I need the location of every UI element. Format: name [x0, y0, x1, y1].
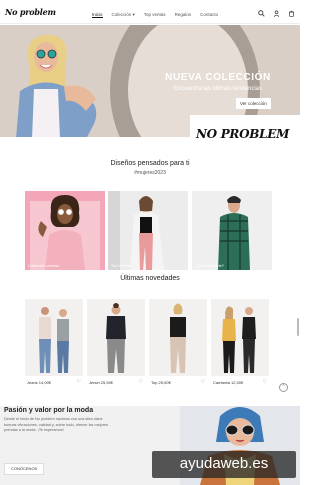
- product-tshirt-image[interactable]: [211, 299, 269, 376]
- product-price[interactable]: Top 25,50€: [151, 380, 171, 385]
- product-sweater-info: Jersei 25,50€ ♡: [87, 379, 145, 388]
- product-price[interactable]: Camiseta 12,00€: [213, 380, 243, 385]
- category-card-label: ¿Qué regalarle?: [195, 263, 224, 268]
- category-card-label: Colección verano: [28, 263, 59, 268]
- brand-stamp: NO PROBLEM: [190, 115, 300, 153]
- product-top-info: Top 25,50€ ♡: [149, 379, 207, 388]
- nav-item-coleccion[interactable]: Colección ▾: [112, 12, 135, 18]
- heart-icon[interactable]: ♡: [139, 379, 143, 385]
- view-collection-button[interactable]: Ver colección: [236, 98, 271, 109]
- product-top-image[interactable]: [149, 299, 207, 376]
- designs-hashtag: #mujeres2023: [134, 170, 166, 176]
- category-card-gifts[interactable]: ¿Qué regalarle?: [192, 191, 272, 270]
- about-title: Pasión y valor por la moda: [4, 407, 94, 414]
- heart-icon[interactable]: ♡: [201, 379, 205, 385]
- product-sweater-image[interactable]: [87, 299, 145, 376]
- nav-item-inicio[interactable]: Inicio: [92, 12, 103, 18]
- about-us-button[interactable]: CONÓCENOS: [4, 463, 45, 475]
- nav-item-regalos[interactable]: Regalos: [175, 12, 192, 18]
- watermark-text: ayudaweb.es: [179, 455, 269, 472]
- product-jeans-image[interactable]: [25, 299, 83, 376]
- chevron-up-icon: ⌃: [281, 384, 286, 390]
- category-card-top-sales[interactable]: Top Ventas: [108, 191, 188, 270]
- hero-subtitle: Encuentra las últimas tendencias: [173, 86, 263, 92]
- product-price[interactable]: Jeans 14,00€: [27, 380, 51, 385]
- summer-model-image: [30, 195, 100, 270]
- new-arrivals-title: Últimas novedades: [120, 275, 180, 282]
- main-nav: Inicio Colección ▾ Top ventas Regalos Co…: [92, 12, 218, 18]
- heart-icon[interactable]: ♡: [263, 379, 267, 385]
- product-jeans-info: Jeans 14,00€ ♡: [25, 379, 83, 388]
- top-sales-model-image: [108, 191, 188, 270]
- gifts-model-image: [192, 191, 272, 270]
- designs-title: Diseños pensados para ti: [110, 160, 190, 167]
- nav-item-top-ventas[interactable]: Top ventas: [144, 12, 166, 18]
- category-card-label: Top Ventas: [111, 263, 131, 268]
- site-header: No problem Inicio Colección ▾ Top ventas…: [0, 0, 300, 24]
- about-text: Desde el inicio de No problem nacimos co…: [4, 417, 108, 432]
- watermark-banner: ayudaweb.es: [152, 451, 296, 478]
- user-icon[interactable]: [273, 10, 280, 19]
- header-icons: [258, 10, 295, 19]
- hero-title: NUEVA COLECCIÓN: [165, 72, 271, 83]
- hero-model-image: [16, 35, 97, 137]
- nav-item-contacto[interactable]: Contacto: [200, 12, 218, 18]
- scrollbar-thumb[interactable]: [297, 318, 299, 336]
- brand-stamp-text: NO PROBLEM: [196, 127, 290, 141]
- category-card-summer[interactable]: Colección verano: [25, 191, 105, 270]
- heart-icon[interactable]: ♡: [77, 379, 81, 385]
- scroll-to-top-button[interactable]: ⌃: [279, 383, 288, 392]
- product-tshirt-info: Camiseta 12,00€ ♡: [211, 379, 269, 388]
- cart-icon[interactable]: [288, 10, 295, 19]
- product-price[interactable]: Jersei 25,50€: [89, 380, 113, 385]
- site-logo[interactable]: No problem: [5, 7, 56, 17]
- search-icon[interactable]: [258, 10, 265, 19]
